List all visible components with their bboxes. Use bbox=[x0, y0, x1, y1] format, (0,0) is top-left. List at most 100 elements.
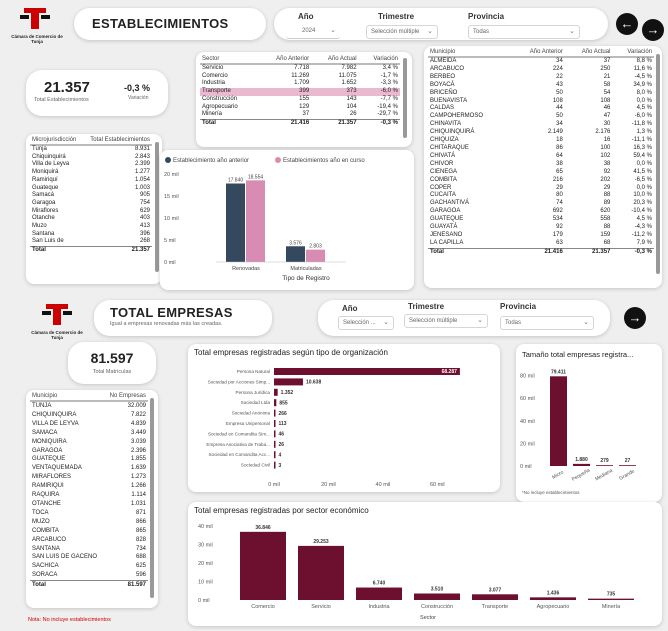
table-row[interactable]: GARAGOA 2.396 bbox=[30, 447, 148, 456]
table-row[interactable]: COMBITA 216 202 -6,5 % bbox=[428, 177, 654, 185]
y-tick-label: 20 mil bbox=[520, 441, 535, 447]
table-row[interactable]: Agropecuario 129 104 -19,4 % bbox=[200, 104, 400, 112]
table-row[interactable]: Chiquinquirá 2.843 bbox=[30, 154, 152, 162]
forward-arrow-icon[interactable]: → bbox=[624, 307, 646, 329]
table-row[interactable]: SAN LUIS DE GACENO 688 bbox=[30, 553, 148, 562]
table-row[interactable]: SANTANA 734 bbox=[30, 545, 148, 554]
table-row[interactable]: GUAYATÁ 92 88 -4,3 % bbox=[428, 224, 654, 232]
province-select[interactable]: Todas ⌄ bbox=[468, 25, 580, 39]
column-header[interactable]: Sector bbox=[200, 55, 258, 65]
column-header[interactable]: Año Anterior bbox=[510, 48, 565, 58]
table-row[interactable]: SAMACA 3.449 bbox=[30, 429, 148, 438]
table-row[interactable]: ARCABUCO 828 bbox=[30, 536, 148, 545]
table-row[interactable]: Comercio 11.269 11.075 -1,7 % bbox=[200, 73, 400, 81]
table-row[interactable]: BERBEO 22 21 -4,5 % bbox=[428, 74, 654, 82]
table-row[interactable]: MUZO 866 bbox=[30, 518, 148, 527]
table-row[interactable]: JENESANO 179 159 -11,2 % bbox=[428, 232, 654, 240]
table-row[interactable]: RAMIRIQUI 1.266 bbox=[30, 482, 148, 491]
table-row[interactable]: COMBITA 865 bbox=[30, 527, 148, 536]
table-row[interactable]: Miraflores 629 bbox=[30, 208, 152, 216]
total-cell: Total bbox=[428, 247, 511, 257]
table-row[interactable]: CHIQUINQUIRA 7.822 bbox=[30, 411, 148, 420]
scrollbar[interactable] bbox=[155, 142, 159, 272]
size-chart-title: Tamaño total empresas registra... bbox=[522, 350, 634, 359]
table-row[interactable]: Garagoa 754 bbox=[30, 200, 152, 208]
table-row[interactable]: CHINAVITA 34 30 -11,8 % bbox=[428, 121, 654, 129]
cell-value: 4,5 % bbox=[636, 216, 652, 223]
table-row[interactable]: Servicio 7.718 7.982 3,4 % bbox=[200, 64, 400, 73]
table-row[interactable]: CIENEGA 65 92 41,5 % bbox=[428, 169, 654, 177]
column-header[interactable]: Variación bbox=[612, 48, 654, 58]
table-row[interactable]: Construcción 155 143 -7,7 % bbox=[200, 96, 400, 104]
table-row[interactable]: San Luis de 268 bbox=[30, 238, 152, 246]
table-row[interactable]: TOCA 871 bbox=[30, 509, 148, 518]
cell-value: 905 bbox=[139, 192, 150, 199]
table-row[interactable]: VENTAQUEMADA 1.639 bbox=[30, 464, 148, 473]
year-select[interactable]: 2024 ⌄ bbox=[286, 25, 340, 39]
table-row[interactable]: Ramiriquí 1.054 bbox=[30, 177, 152, 185]
cell-value: -29,7 % bbox=[377, 111, 398, 118]
column-header[interactable]: Municipio bbox=[428, 48, 511, 58]
province-select[interactable]: Todas ⌄ bbox=[500, 316, 594, 330]
table-row[interactable]: SORACA 596 bbox=[30, 571, 148, 580]
table-row[interactable]: CHIVOR 38 38 0,0 % bbox=[428, 161, 654, 169]
table-row[interactable]: GACHANTIVÁ 74 89 20,3 % bbox=[428, 200, 654, 208]
table-row[interactable]: BRICEÑO 50 54 8,0 % bbox=[428, 90, 654, 98]
year-select[interactable]: Selección ... ⌄ bbox=[338, 316, 394, 330]
table-row[interactable]: Samacá 905 bbox=[30, 192, 152, 200]
column-header[interactable]: Año Actual bbox=[564, 48, 613, 58]
quarter-select[interactable]: Selección múltiple ⌄ bbox=[366, 25, 438, 39]
table-row[interactable]: ALMEIDA 34 37 8,8 % bbox=[428, 57, 654, 66]
scrollbar[interactable] bbox=[150, 398, 154, 598]
table-row[interactable]: ARCABUCO 224 250 11,6 % bbox=[428, 66, 654, 74]
table-row[interactable]: GARAGOA 692 620 -10,4 % bbox=[428, 208, 654, 216]
cell-value: 754 bbox=[139, 199, 150, 206]
table-row[interactable]: CHIQUINQUIRÁ 2.149 2.176 1,3 % bbox=[428, 129, 654, 137]
table-row[interactable]: Villa de Leyva 2.399 bbox=[30, 161, 152, 169]
column-header[interactable]: Año Actual bbox=[311, 55, 359, 65]
scrollbar[interactable] bbox=[656, 54, 660, 274]
table-row[interactable]: COPER 29 29 0,0 % bbox=[428, 185, 654, 193]
back-arrow-icon[interactable]: ← bbox=[616, 13, 638, 35]
column-header[interactable]: Año Anterior bbox=[257, 55, 312, 65]
table-row[interactable]: CHIVATÁ 64 102 59,4 % bbox=[428, 153, 654, 161]
quarter-select[interactable]: Selección múltiple ⌄ bbox=[404, 314, 488, 328]
kpi-total-matriculas-label: Total Matrículas bbox=[92, 369, 132, 375]
table-row[interactable]: Otanche 403 bbox=[30, 215, 152, 223]
table-row[interactable]: VILLA DE LEYVA 4.839 bbox=[30, 420, 148, 429]
column-header[interactable]: No Empresas bbox=[104, 392, 148, 402]
table-row[interactable]: SACHICA 625 bbox=[30, 562, 148, 571]
cell-value: 396 bbox=[139, 230, 150, 237]
table-row[interactable]: Transporte 399 373 -6,0 % bbox=[200, 88, 400, 96]
table-row[interactable]: CHIQUIZA 18 16 -11,1 % bbox=[428, 137, 654, 145]
table-row[interactable]: BOYACÁ 43 58 34,9 % bbox=[428, 82, 654, 90]
cell-value: 68 bbox=[603, 239, 611, 246]
table-row[interactable]: LA CAPILLA 63 68 7,9 % bbox=[428, 240, 654, 248]
table-row[interactable]: CAMPOHERMOSO 50 47 -6,0 % bbox=[428, 113, 654, 121]
table-row[interactable]: Guateque 1.003 bbox=[30, 185, 152, 193]
column-header[interactable]: Total Establecimientos bbox=[82, 136, 152, 146]
cell-value: 0,0 % bbox=[636, 97, 652, 104]
table-row[interactable]: GUATEQUE 1.855 bbox=[30, 455, 148, 464]
table-row[interactable]: RAQUIRA 1.114 bbox=[30, 491, 148, 500]
table-row[interactable]: Santana 396 bbox=[30, 231, 152, 239]
total-cell: 21.357 bbox=[311, 118, 359, 128]
table-row[interactable]: MONIQUIRA 3.039 bbox=[30, 438, 148, 447]
column-header[interactable]: Municipio bbox=[30, 392, 105, 402]
scrollbar[interactable] bbox=[403, 58, 407, 138]
table-row[interactable]: Muzo 413 bbox=[30, 223, 152, 231]
table-row[interactable]: CHITARAQUE 86 100 16,3 % bbox=[428, 145, 654, 153]
table-row[interactable]: BUENAVISTA 108 108 0,0 % bbox=[428, 98, 654, 106]
column-header[interactable]: Microjurisdicción bbox=[30, 136, 83, 146]
forward-arrow-icon[interactable]: → bbox=[642, 19, 664, 41]
table-row[interactable]: Industria 1.709 1.652 -3,3 % bbox=[200, 80, 400, 88]
column-header[interactable]: Variación bbox=[358, 55, 400, 65]
table-row[interactable]: TUNJA 32.009 bbox=[30, 401, 148, 411]
table-row[interactable]: Tunja 8.931 bbox=[30, 145, 152, 154]
table-row[interactable]: CALDAS 44 46 4,5 % bbox=[428, 105, 654, 113]
table-row[interactable]: MIRAFLORES 1.273 bbox=[30, 473, 148, 482]
table-row[interactable]: OTANCHE 1.031 bbox=[30, 500, 148, 509]
table-row[interactable]: GUATEQUE 534 558 4,5 % bbox=[428, 216, 654, 224]
table-row[interactable]: Minería 37 26 -29,7 % bbox=[200, 111, 400, 119]
table-row[interactable]: Moniquirá 1.277 bbox=[30, 169, 152, 177]
